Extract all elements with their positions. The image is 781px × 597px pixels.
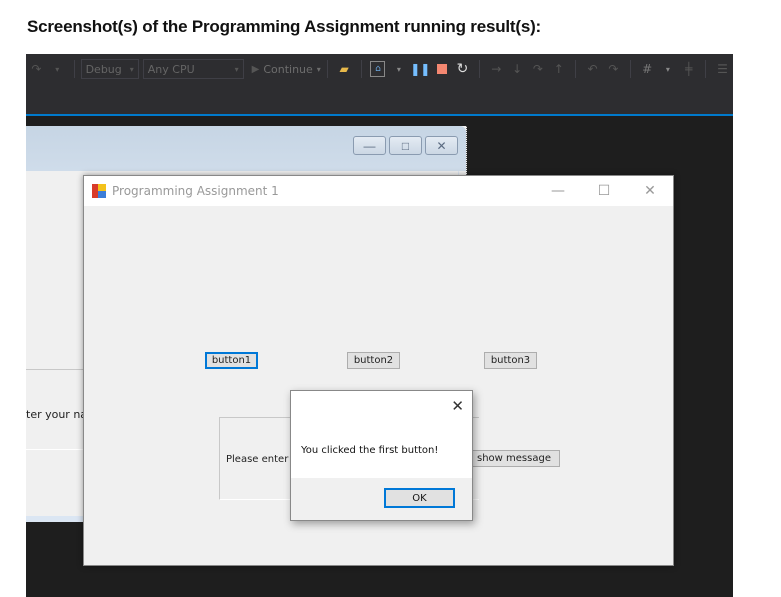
- maximize-button[interactable]: □: [389, 136, 422, 155]
- continue-button[interactable]: ▶ Continue ▾: [252, 63, 321, 76]
- configuration-value: Debug: [85, 62, 122, 76]
- maximize-icon: □: [401, 138, 410, 153]
- toolbar-separator: [326, 60, 328, 78]
- ide-toolbar: ↷ ▾ Debug ▾ Any CPU ▾ ▶ Continue ▾ ▰ ⌂ ▾…: [26, 54, 733, 84]
- show-next-statement-icon[interactable]: →: [489, 61, 504, 77]
- stop-icon[interactable]: [434, 61, 449, 77]
- restart-icon[interactable]: ↻: [455, 61, 470, 77]
- toolbar-separator: [73, 60, 75, 78]
- ok-button[interactable]: OK: [384, 488, 455, 508]
- toolbar-separator: [575, 60, 577, 78]
- redo-dropdown-icon[interactable]: ▾: [50, 61, 65, 77]
- step-over-icon[interactable]: ↷: [531, 61, 546, 77]
- close-button[interactable]: ✕: [627, 176, 673, 206]
- screenshot-area: ↷ ▾ Debug ▾ Any CPU ▾ ▶ Continue ▾ ▰ ⌂ ▾…: [26, 54, 733, 597]
- maximize-icon: ☐: [597, 183, 611, 199]
- find-in-files-icon[interactable]: ▰: [337, 61, 352, 77]
- pin-icon[interactable]: ╪: [681, 61, 696, 77]
- overflow-dropdown-icon[interactable]: ▾: [661, 61, 676, 77]
- message-box-dialog: ✕ You clicked the first button! OK: [290, 390, 473, 521]
- button3[interactable]: button3: [484, 352, 537, 369]
- maximize-button[interactable]: ☐: [581, 176, 627, 206]
- continue-label: Continue: [263, 62, 313, 76]
- message-box-footer: OK: [291, 478, 472, 520]
- breakpoint-icon[interactable]: #: [640, 61, 655, 77]
- xaml-icon[interactable]: ⌂: [370, 61, 386, 77]
- minimize-icon: —: [551, 183, 565, 199]
- step-out-icon[interactable]: ↑: [551, 61, 566, 77]
- show-message-button[interactable]: show message: [472, 450, 560, 467]
- toolbar-separator: [629, 60, 631, 78]
- platform-value: Any CPU: [147, 62, 195, 76]
- toolbar-separator: [360, 60, 362, 78]
- redo-icon[interactable]: ↷: [29, 61, 44, 77]
- message-text: You clicked the first button!: [301, 445, 439, 456]
- form-titlebar: Programming Assignment 1 — ☐ ✕: [84, 176, 673, 206]
- toolbar-separator: [705, 60, 707, 78]
- close-button[interactable]: ✕: [425, 136, 458, 155]
- button1[interactable]: button1: [205, 352, 258, 369]
- overflow-dropdown-icon[interactable]: ▾: [391, 61, 406, 77]
- background-window-titlebar: — □ ✕: [26, 126, 466, 171]
- toolbar-separator: [478, 60, 480, 78]
- minimize-icon: —: [363, 138, 376, 153]
- button2[interactable]: button2: [347, 352, 400, 369]
- minimize-button[interactable]: —: [353, 136, 386, 155]
- configuration-dropdown[interactable]: Debug ▾: [80, 59, 139, 79]
- chevron-down-icon: ▾: [129, 64, 134, 74]
- minimize-button[interactable]: —: [535, 176, 581, 206]
- pause-icon[interactable]: ❚❚: [410, 61, 430, 77]
- chevron-down-icon: ▾: [234, 64, 239, 74]
- step-into-icon[interactable]: ↓: [510, 61, 525, 77]
- platform-dropdown[interactable]: Any CPU ▾: [142, 59, 244, 79]
- close-icon: ✕: [644, 183, 656, 199]
- close-icon: ✕: [436, 138, 447, 153]
- name-prompt-label: ter your nai: [26, 408, 91, 421]
- app-icon: [92, 184, 106, 198]
- ide-editor-bg: [26, 116, 733, 126]
- window-title: Programming Assignment 1: [112, 184, 279, 198]
- chevron-down-icon: ▾: [316, 64, 321, 74]
- align-left-icon[interactable]: ☰: [715, 61, 730, 77]
- redo-icon[interactable]: ↷: [606, 61, 621, 77]
- undo-icon[interactable]: ↶: [585, 61, 600, 77]
- close-icon[interactable]: ✕: [451, 397, 464, 415]
- ide-toolbar-row-2: [26, 84, 733, 114]
- play-icon: ▶: [251, 63, 260, 75]
- page-heading: Screenshot(s) of the Programming Assignm…: [27, 17, 542, 36]
